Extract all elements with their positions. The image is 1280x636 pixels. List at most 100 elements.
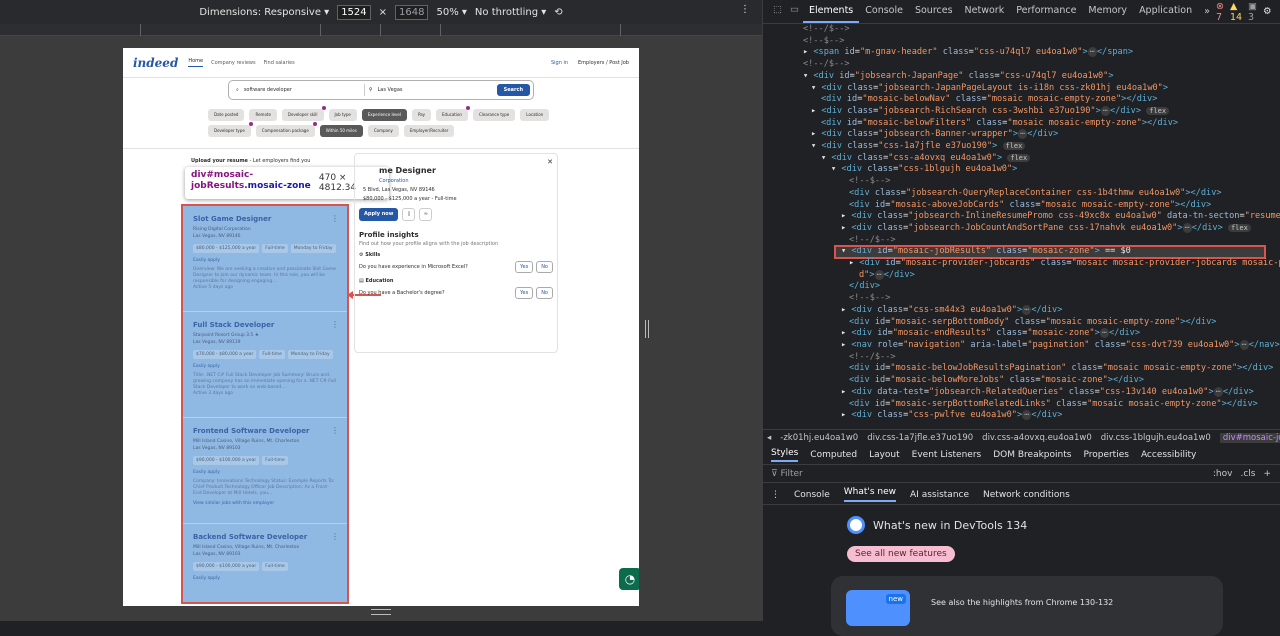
job-title[interactable]: Slot Game Designer (193, 215, 337, 223)
bookmark-icon[interactable]: ▯ (402, 208, 416, 221)
job-card[interactable]: ⋮ Full Stack Developer Starpoint Resort Gr… (183, 312, 347, 418)
styles-subtab[interactable]: Styles (771, 448, 799, 462)
rotate-icon[interactable]: ⟲ (554, 7, 562, 18)
job-card[interactable]: ⋮ Backend Software Developer Mill Island C… (183, 524, 347, 606)
dimensions-dropdown[interactable]: Dimensions: Responsive ▾ (199, 7, 329, 18)
styles-filter-input[interactable]: Filter (780, 469, 802, 479)
throttling-dropdown[interactable]: No throttling ▾ (475, 7, 546, 18)
highlights-card[interactable]: new See also the highlights from Chrome … (831, 576, 1223, 636)
breadcrumb-item[interactable]: -zk01hj.eu4oa1w0 (780, 433, 858, 443)
job-more-icon[interactable]: ⋮ (331, 532, 339, 541)
resize-handle-bottom[interactable] (371, 609, 391, 615)
job-card[interactable]: ⋮ Slot Game Designer Rising Digital Corpor… (183, 206, 347, 312)
job-title[interactable]: Backend Software Developer (193, 533, 337, 541)
breadcrumb-item[interactable]: div.css-1a7jfle.e37uo190 (867, 433, 973, 443)
devtools-tab-console[interactable]: Console (859, 0, 909, 23)
drawer-tab[interactable]: AI assistance (910, 490, 969, 500)
what-field[interactable]: ⌕ software developer (232, 87, 364, 93)
styles-subtab[interactable]: Properties (1083, 450, 1128, 460)
see-all-features-button[interactable]: See all new features (847, 546, 955, 562)
employers-link[interactable]: Employers / Post Job (578, 60, 629, 66)
job-tag: Monday to Friday (287, 350, 333, 359)
breadcrumb-scroll-left-icon[interactable]: ◂ (767, 433, 771, 443)
sign-in-link[interactable]: Sign in (551, 60, 568, 66)
filter-chip[interactable]: Job type (328, 109, 357, 121)
drawer-menu-icon[interactable]: ⋮ (771, 490, 780, 500)
chat-widget-icon[interactable]: ◔ (619, 568, 639, 590)
styles-filter-action[interactable]: :hov (1213, 469, 1233, 479)
nav-find-salaries[interactable]: Find salaries (264, 60, 295, 66)
filter-chip[interactable]: Developer type (208, 122, 253, 137)
selected-node[interactable]: ▾ <div id="mosaic-jobResults" class="mos… (834, 245, 1266, 260)
skills-no-button[interactable]: No (536, 261, 553, 273)
filter-chip[interactable]: Company (367, 125, 399, 137)
job-title[interactable]: Full Stack Developer (193, 321, 337, 329)
link-icon[interactable]: ∞ (419, 208, 433, 221)
breadcrumb-item[interactable]: div.css-1blgujh.eu4oa1w0 (1101, 433, 1211, 443)
detail-company[interactable]: Corporation (359, 178, 553, 184)
filter-chip[interactable]: Education (436, 106, 470, 121)
styles-subtab[interactable]: DOM Breakpoints (993, 450, 1071, 460)
devtools-tab-network[interactable]: Network (959, 0, 1011, 23)
promo-link[interactable]: Upload your resume (191, 158, 248, 164)
dom-tree[interactable]: <!--/$--> <!--$--> ▸ <span id="m-gnav-he… (763, 24, 1280, 428)
styles-filter-action[interactable]: + (1263, 469, 1271, 479)
similar-jobs-link[interactable]: View similar jobs with this employer (193, 501, 337, 506)
styles-subtab[interactable]: Accessibility (1141, 450, 1196, 460)
width-input[interactable]: 1524 (337, 4, 371, 20)
filter-chip[interactable]: Experience level (361, 109, 407, 121)
errors-badge[interactable]: ⊗ 7 (1216, 1, 1224, 23)
location-pin-icon: ⚲ (368, 87, 373, 93)
indeed-logo[interactable]: indeed (133, 56, 178, 70)
devtools-tab-elements[interactable]: Elements (802, 0, 860, 23)
zoom-dropdown[interactable]: 50% ▾ (436, 7, 466, 18)
filter-chip[interactable]: Employer/Recruiter (403, 125, 455, 137)
job-card[interactable]: ⋮ Frontend Software Developer Mill Island … (183, 418, 347, 524)
devtools-tab-application[interactable]: Application (1133, 0, 1198, 23)
styles-subtab[interactable]: Layout (869, 450, 900, 460)
job-more-icon[interactable]: ⋮ (331, 426, 339, 435)
warnings-badge[interactable]: ▲ 14 (1230, 1, 1242, 23)
job-more-icon[interactable]: ⋮ (331, 214, 339, 223)
issues-badge[interactable]: ▣ 3 (1248, 1, 1257, 23)
device-toggle-icon[interactable]: ▭ (790, 4, 799, 20)
filter-chip[interactable]: Developer skill (281, 106, 326, 121)
more-options-icon[interactable]: ⋮ (740, 4, 750, 15)
filter-chip[interactable]: Compensation package (255, 122, 317, 137)
education-no-button[interactable]: No (536, 287, 553, 299)
drawer-tab[interactable]: Network conditions (983, 490, 1070, 500)
filter-chip[interactable]: Pay (411, 109, 432, 121)
skills-yes-button[interactable]: Yes (515, 261, 534, 273)
apply-now-button[interactable]: Apply now (359, 208, 399, 221)
filter-chip[interactable]: Location (520, 109, 550, 121)
height-input[interactable]: 1648 (395, 4, 429, 20)
breadcrumb-item[interactable]: div.css-a4ovxq.eu4oa1w0 (982, 433, 1092, 443)
settings-gear-icon[interactable]: ⚙ (1263, 6, 1272, 17)
search-button[interactable]: Search (496, 84, 531, 96)
drawer-tab[interactable]: What's new (843, 487, 897, 502)
resize-handle-right[interactable] (645, 320, 649, 338)
devtools-panel: ⬚ ▭ Elements Console Sources Network Perform… (762, 0, 1280, 636)
breadcrumb-item[interactable]: div#mosaic-jobResults.mosaic-zone (1219, 432, 1280, 443)
close-icon[interactable]: ✕ (547, 158, 553, 166)
where-field[interactable]: ⚲ Las Vegas (365, 87, 497, 93)
filter-chip[interactable]: Date posted (208, 109, 245, 121)
nav-company-reviews[interactable]: Company reviews (211, 60, 256, 66)
devtools-tab-sources[interactable]: Sources (909, 0, 959, 23)
devtools-tab-memory[interactable]: Memory (1082, 0, 1133, 23)
more-tabs-icon[interactable]: » (1198, 1, 1216, 22)
education-yes-button[interactable]: Yes (515, 287, 534, 299)
filter-chip[interactable]: Remote (249, 109, 277, 121)
inspect-element-icon[interactable]: ⬚ (773, 4, 782, 20)
styles-filter-action[interactable]: .cls (1240, 469, 1255, 479)
filter-chip[interactable]: Within 50 miles (319, 125, 363, 137)
styles-subtab[interactable]: Computed (810, 450, 857, 460)
styles-subtab[interactable]: Event Listeners (912, 450, 982, 460)
styles-filter-bar: ⊽ Filter :hov .cls + (763, 465, 1280, 483)
job-title[interactable]: Frontend Software Developer (193, 427, 337, 435)
devtools-tab-performance[interactable]: Performance (1010, 0, 1082, 23)
nav-home[interactable]: Home (188, 58, 204, 67)
job-more-icon[interactable]: ⋮ (331, 320, 339, 329)
filter-chip[interactable]: Clearance type (472, 109, 516, 121)
drawer-tab[interactable]: Console (794, 490, 830, 500)
